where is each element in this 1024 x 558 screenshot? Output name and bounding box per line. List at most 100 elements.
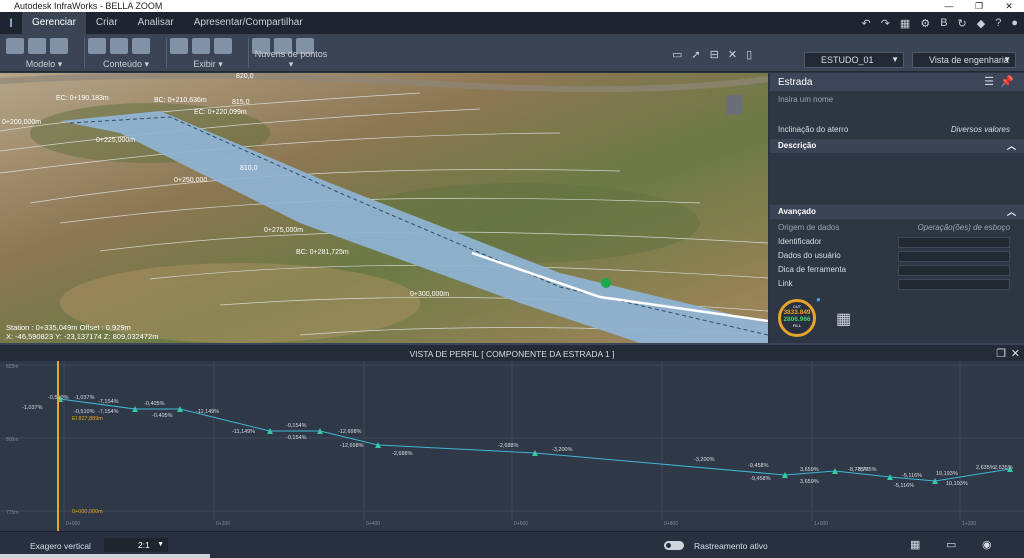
bookmark-icon[interactable]: ▯	[746, 48, 752, 61]
group-nuvens-label[interactable]: Nuvens de pontos ▾	[252, 49, 330, 70]
identifier-field[interactable]	[898, 237, 1010, 248]
slope-label: -5,116%	[902, 473, 922, 479]
avancado-section[interactable]: Avançado ︿	[770, 205, 1024, 219]
user-data-field[interactable]	[898, 251, 1010, 262]
data-sources-icon[interactable]	[88, 38, 106, 54]
fill-slope-value[interactable]: Diversos valores	[951, 125, 1010, 134]
vertical-exaggeration-label: Exagero vertical	[30, 541, 91, 551]
profile-view[interactable]: 825m 800m 775m 0+000 0+200 0+400 0+600 0+800 1+0…	[0, 361, 1024, 531]
ribbon-separator	[248, 38, 249, 68]
tab-criar[interactable]: Criar	[86, 12, 128, 34]
horizontal-scrollbar[interactable]	[0, 554, 210, 558]
station-300-label: 0+300,000m	[410, 291, 450, 298]
identifier-label: Identificador	[778, 237, 822, 246]
cross-tool-icon[interactable]: ✕	[728, 48, 737, 61]
slope-label: -3,200%	[694, 457, 715, 463]
model-book-icon[interactable]	[50, 38, 68, 54]
pin-icon[interactable]: 📌	[1000, 75, 1014, 88]
building-icon[interactable]	[110, 38, 128, 54]
user-data-label: Dados do usuário	[778, 251, 841, 260]
x-tick-label: 0+600	[514, 521, 528, 527]
tab-analisar[interactable]: Analisar	[128, 12, 184, 34]
cube-icon[interactable]: ◆	[977, 17, 985, 30]
tab-gerenciar[interactable]: Gerenciar	[22, 12, 86, 34]
name-input[interactable]: Insira um nome	[778, 95, 833, 104]
xyz-readout: X: -46,590823 Y: -23,137174 Z: 809,03247…	[6, 332, 159, 341]
tracking-toggle[interactable]	[664, 541, 684, 550]
ec-190-label: EC: 0+190,183m	[56, 95, 109, 102]
list-icon[interactable]	[214, 38, 232, 54]
group-modelo: Modelo ▾	[6, 34, 82, 72]
gizmo-marker[interactable]	[601, 278, 611, 288]
grid-view-icon[interactable]: ▦	[910, 538, 920, 551]
group-conteudo-label[interactable]: Conteúdo ▾	[88, 59, 164, 70]
calculator-icon[interactable]: ▦	[836, 309, 851, 329]
help-icon[interactable]: ?	[995, 17, 1001, 29]
close-button[interactable]: ✕	[994, 0, 1024, 12]
group-modelo-label[interactable]: Modelo ▾	[6, 59, 82, 70]
current-station-label: 0+000,000m	[72, 509, 103, 515]
tab-apresentar[interactable]: Apresentar/Compartilhar	[184, 12, 313, 34]
slope-label: -0,405%	[144, 401, 165, 407]
tooltip-field[interactable]	[898, 265, 1010, 276]
window-titlebar: Autodesk InfraWorks - BELLA ZOOM — ❐ ✕	[0, 0, 1024, 12]
redo-icon[interactable]: ↷	[881, 17, 890, 30]
vertical-exaggeration-value: 2:1	[138, 540, 150, 550]
vertical-exaggeration-select[interactable]: 2:1 ▼	[104, 538, 168, 552]
app-logo-icon[interactable]: I	[0, 16, 22, 30]
model-window-icon[interactable]	[28, 38, 46, 54]
link-field[interactable]	[898, 279, 1010, 290]
view-mode-dropdown[interactable]: Vista de engenharia ▼	[912, 52, 1016, 68]
layers-icon[interactable]	[170, 38, 188, 54]
chevron-down-icon: ▼	[157, 541, 164, 548]
slope-label: -9,458%	[748, 463, 769, 469]
profile-view-title: VISTA DE PERFIL [ COMPONENTE DA ESTRADA …	[409, 349, 615, 359]
station-offset-readout: Station : 0+335,049m Offset : 0,929m	[6, 323, 131, 332]
group-exibir-label[interactable]: Exibir ▾	[170, 59, 246, 70]
panel-title: Estrada	[778, 77, 813, 88]
cut-fill-gauge[interactable]: CUT 3833.849 2806.966 FILL	[778, 299, 816, 337]
slope-label: -12,698%	[338, 429, 362, 435]
y-tick-label: 800m	[6, 437, 19, 443]
origin-row: Origem de dados Operação(ões) de esboço	[778, 223, 1018, 235]
viewport-tools: ▭ ➚ ⊟ ✕ ▯	[672, 48, 752, 61]
restore-button[interactable]: ❐	[964, 0, 994, 12]
eye-icon[interactable]: ◉	[982, 538, 992, 551]
3d-viewport[interactable]: EC: 0+190,183m BC: 0+210,636m EC: 0+220,…	[0, 73, 768, 343]
x-tick-label: 0+000	[66, 521, 80, 527]
slope-label: 3,659%	[800, 479, 819, 485]
slope-label: -2,688%	[498, 443, 519, 449]
origin-value: Operação(ões) de esboço	[917, 223, 1011, 232]
select-arrow-icon[interactable]: ➚	[691, 48, 700, 61]
user-avatar-icon[interactable]: ●	[1011, 17, 1018, 29]
sync-icon[interactable]: ↻	[958, 17, 967, 30]
account-b-icon[interactable]: B	[940, 17, 947, 29]
grid-icon[interactable]: ▦	[900, 17, 910, 30]
menu-icon[interactable]: ☰	[984, 75, 994, 88]
monitor-icon[interactable]: ▭	[672, 48, 682, 61]
undo-icon[interactable]: ↶	[861, 17, 870, 30]
window-icon[interactable]: ▭	[946, 538, 956, 551]
measure-icon[interactable]: ⊟	[710, 48, 719, 61]
restore-panel-icon[interactable]: ❐	[996, 347, 1006, 360]
info-icon[interactable]: ●	[816, 295, 821, 304]
chevron-down-icon: ▼	[891, 55, 899, 64]
terrain-icon[interactable]	[192, 38, 210, 54]
slope-label: 3,659%	[800, 467, 819, 473]
x-tick-label: 0+800	[664, 521, 678, 527]
slope-label: 10,193%	[946, 481, 968, 487]
chevron-up-icon: ︿	[1006, 207, 1016, 217]
x-tick-label: 1+200	[962, 521, 976, 527]
profile-graph: 825m 800m 775m 0+000 0+200 0+400 0+600 0+800 1+0…	[0, 361, 1024, 531]
station-225-label: 0+225,000m	[96, 137, 136, 144]
model-settings-icon[interactable]	[6, 38, 24, 54]
slope-label: -7,154%	[98, 399, 119, 405]
proposal-dropdown[interactable]: ESTUDO_01 ▼	[804, 52, 904, 68]
globe-icon[interactable]	[132, 38, 150, 54]
settings-icon[interactable]: ⚙	[920, 17, 930, 30]
minimize-button[interactable]: —	[934, 0, 964, 12]
bc-281-label: BC: 0+281,725m	[296, 249, 349, 256]
close-panel-icon[interactable]: ✕	[1011, 347, 1020, 360]
descricao-section[interactable]: Descrição ︿	[770, 139, 1024, 153]
slope-label: -0,405%	[152, 413, 173, 419]
